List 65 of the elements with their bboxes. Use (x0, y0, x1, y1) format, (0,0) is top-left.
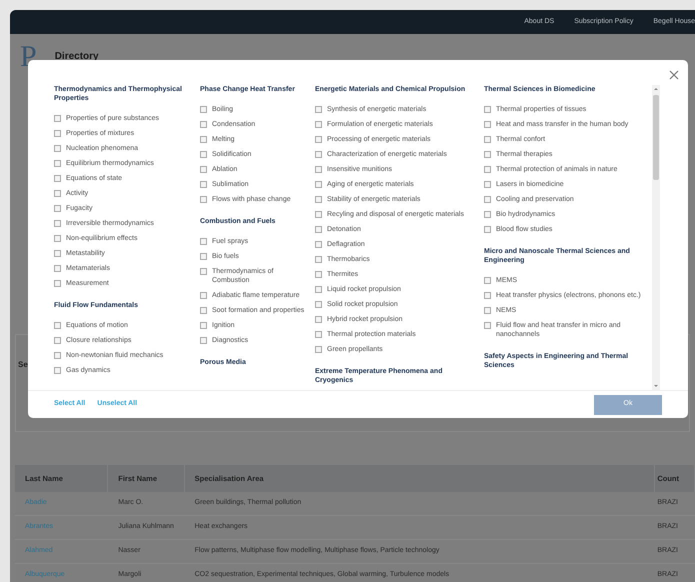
checkbox[interactable] (54, 322, 61, 329)
checkbox[interactable] (200, 121, 207, 128)
checkbox[interactable] (54, 265, 61, 272)
checkbox[interactable] (54, 250, 61, 257)
checkbox[interactable] (54, 337, 61, 344)
logo: P (20, 42, 37, 72)
checkbox[interactable] (484, 151, 491, 158)
checkbox[interactable] (484, 121, 491, 128)
checkbox[interactable] (315, 196, 322, 203)
checkbox[interactable] (54, 280, 61, 287)
checkbox[interactable] (200, 238, 207, 245)
checkbox[interactable] (315, 121, 322, 128)
checkbox[interactable] (54, 367, 61, 374)
checkbox[interactable] (315, 256, 322, 263)
checkbox[interactable] (54, 175, 61, 182)
checkbox[interactable] (315, 331, 322, 338)
checkbox[interactable] (484, 106, 491, 113)
checkbox[interactable] (54, 160, 61, 167)
checkbox[interactable] (200, 322, 207, 329)
checkbox[interactable] (200, 106, 207, 113)
section-label: Se (18, 360, 28, 369)
checkbox[interactable] (484, 136, 491, 143)
checkbox[interactable] (315, 346, 322, 353)
checkbox[interactable] (54, 352, 61, 359)
checkbox[interactable] (484, 166, 491, 173)
checkbox[interactable] (200, 337, 207, 344)
page-title: Directory (54, 50, 99, 64)
checkbox[interactable] (484, 322, 491, 329)
checkbox[interactable] (315, 286, 322, 293)
close-button[interactable] (668, 69, 680, 81)
close-icon (669, 70, 679, 80)
checkbox[interactable] (315, 316, 322, 323)
checkbox[interactable] (315, 241, 322, 248)
checkbox[interactable] (484, 211, 491, 218)
checkbox[interactable] (315, 301, 322, 308)
checkbox[interactable] (484, 277, 491, 284)
checkbox[interactable] (315, 181, 322, 188)
checkbox[interactable] (484, 307, 491, 314)
checkbox[interactable] (315, 106, 322, 113)
checkbox[interactable] (54, 235, 61, 242)
checkbox[interactable] (200, 292, 207, 299)
checkbox[interactable] (200, 307, 207, 314)
checkbox[interactable] (200, 196, 207, 203)
checkbox[interactable] (315, 166, 322, 173)
checkbox[interactable] (315, 271, 322, 278)
checkbox[interactable] (54, 145, 61, 152)
checkbox[interactable] (200, 181, 207, 188)
checkbox[interactable] (54, 190, 61, 197)
checkbox[interactable] (200, 253, 207, 260)
checkbox[interactable] (54, 220, 61, 227)
checkbox[interactable] (484, 196, 491, 203)
checkbox[interactable] (200, 136, 207, 143)
checkbox[interactable] (200, 151, 207, 158)
checkbox[interactable] (484, 181, 491, 188)
checkbox[interactable] (315, 151, 322, 158)
checkbox[interactable] (315, 211, 322, 218)
checkbox[interactable] (484, 226, 491, 233)
checkbox[interactable] (315, 226, 322, 233)
checkbox[interactable] (54, 130, 61, 137)
checkbox[interactable] (54, 115, 61, 122)
checkbox[interactable] (54, 205, 61, 212)
checkbox[interactable] (484, 292, 491, 299)
checkbox[interactable] (200, 268, 207, 275)
checkbox[interactable] (200, 166, 207, 173)
checkbox[interactable] (315, 136, 322, 143)
